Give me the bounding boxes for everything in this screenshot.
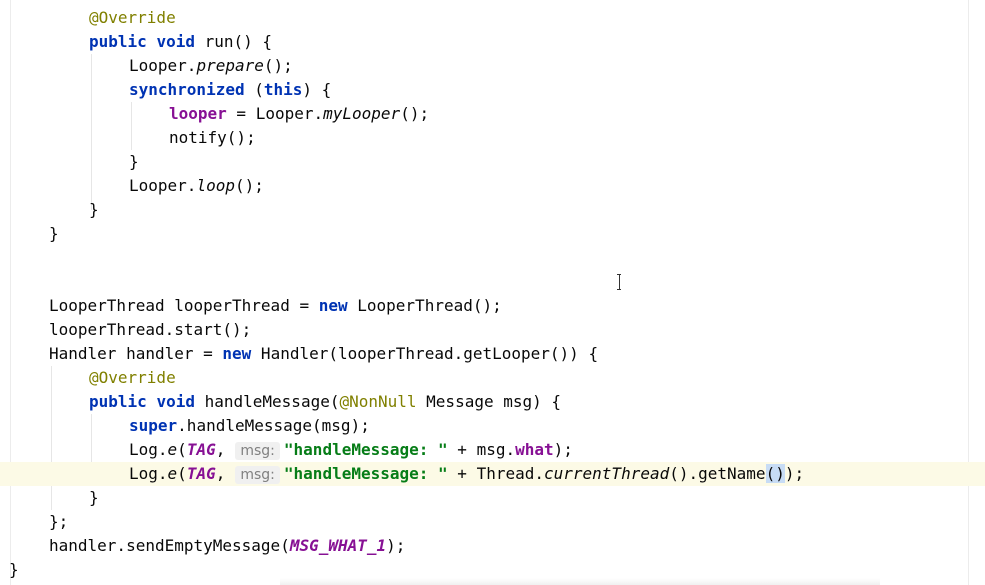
code-line-15: @Override bbox=[0, 366, 985, 390]
concat: + Thread. bbox=[447, 464, 544, 483]
notify-call: notify(); bbox=[169, 128, 256, 147]
method-run: run() { bbox=[204, 32, 273, 51]
comma: , bbox=[215, 440, 226, 459]
start-call: looperThread.start(); bbox=[49, 320, 252, 339]
code-line-14: Handler handler = new Handler(looperThre… bbox=[0, 342, 985, 366]
handler-constructor: Handler(looperThread.getLooper()) { bbox=[251, 344, 599, 363]
send-message-call: handler.sendEmptyMessage( bbox=[49, 536, 290, 555]
override-annotation: @Override bbox=[89, 8, 176, 27]
keyword-void: void bbox=[156, 392, 195, 411]
code-line-9: } bbox=[0, 198, 985, 222]
keyword-public: public bbox=[89, 392, 147, 411]
loop-call: loop bbox=[196, 176, 235, 195]
constructor-call: LooperThread(); bbox=[347, 296, 502, 315]
msg-what-constant: MSG_WHAT_1 bbox=[289, 536, 387, 555]
tag-constant: TAG bbox=[186, 464, 216, 483]
horizontal-scrollbar[interactable] bbox=[280, 578, 880, 585]
looper-ref: Looper. bbox=[129, 56, 197, 75]
concat: + msg. bbox=[447, 440, 516, 459]
text-cursor-icon bbox=[617, 274, 621, 290]
field-what: what bbox=[515, 440, 554, 459]
currentthread-call: currentThread bbox=[544, 464, 670, 483]
super-call: .handleMessage(msg); bbox=[177, 416, 370, 435]
param-hint: msg: bbox=[235, 442, 280, 460]
code-line-17: super.handleMessage(msg); bbox=[0, 414, 985, 438]
call-end: (); bbox=[263, 56, 293, 75]
call-end: (); bbox=[234, 176, 264, 195]
keyword-public: public bbox=[89, 32, 147, 51]
string-literal: "handleMessage: " bbox=[283, 464, 448, 483]
method-handlemessage: handleMessage( bbox=[204, 392, 340, 411]
keyword-super: super bbox=[129, 416, 178, 435]
tag-constant: TAG bbox=[186, 440, 216, 459]
getname-call: ().getName bbox=[669, 464, 766, 483]
looper-ref: Looper. bbox=[129, 176, 197, 195]
keyword-void: void bbox=[156, 32, 195, 51]
code-line-4: synchronized (this) { bbox=[0, 78, 985, 102]
paren-open: ( bbox=[244, 80, 264, 99]
code-line-2: public void run() { bbox=[0, 30, 985, 54]
call-end: ); bbox=[784, 464, 805, 483]
call-end: ); bbox=[386, 536, 406, 555]
keyword-this: this bbox=[263, 80, 303, 99]
code-line-3: Looper.prepare(); bbox=[0, 54, 985, 78]
paren-open: ( bbox=[177, 440, 187, 459]
log-ref: Log. bbox=[129, 440, 168, 459]
close-brace: } bbox=[89, 488, 99, 507]
code-line-8: Looper.loop(); bbox=[0, 174, 985, 198]
log-e: e bbox=[167, 464, 178, 483]
paren-open: ( bbox=[177, 464, 187, 483]
code-editor[interactable]: @Override public void run() { Looper.pre… bbox=[0, 0, 985, 585]
matched-parens: () bbox=[765, 464, 785, 483]
keyword-new: new bbox=[318, 296, 348, 315]
handler-decl: Handler handler = bbox=[49, 344, 223, 363]
code-line-10: } bbox=[0, 222, 985, 246]
keyword-new: new bbox=[222, 344, 252, 363]
close-brace: }; bbox=[49, 512, 69, 531]
mylooper-call: myLooper bbox=[323, 104, 401, 123]
comma: , bbox=[215, 464, 226, 483]
params-end: Message msg) { bbox=[416, 392, 562, 411]
param-hint: msg: bbox=[235, 466, 280, 484]
code-line-6: notify(); bbox=[0, 126, 985, 150]
code-line-7: } bbox=[0, 150, 985, 174]
log-ref: Log. bbox=[129, 464, 168, 483]
code-line-12: LooperThread looperThread = new LooperTh… bbox=[0, 294, 985, 318]
call-end: (); bbox=[400, 104, 430, 123]
code-line-20: } bbox=[0, 486, 985, 510]
code-line-22: handler.sendEmptyMessage(MSG_WHAT_1); bbox=[0, 534, 985, 558]
code-line-18: Log.e(TAG, msg: "handleMessage: " + msg.wh… bbox=[0, 438, 985, 462]
close-brace: } bbox=[9, 560, 19, 579]
nonnull-annotation: @NonNull bbox=[339, 392, 417, 411]
assign: = Looper. bbox=[226, 104, 324, 123]
looperthread-decl: LooperThread looperThread = bbox=[49, 296, 319, 315]
code-line-5: looper = Looper.myLooper(); bbox=[0, 102, 985, 126]
close-brace: } bbox=[89, 200, 99, 219]
prepare-call: prepare bbox=[196, 56, 264, 75]
close-brace: } bbox=[49, 224, 59, 243]
string-literal: "handleMessage: " bbox=[283, 440, 448, 459]
call-end: ); bbox=[553, 440, 573, 459]
code-line-1: @Override bbox=[0, 6, 985, 30]
keyword-synchronized: synchronized bbox=[129, 80, 245, 99]
field-looper: looper bbox=[169, 104, 227, 123]
close-brace: } bbox=[129, 152, 139, 171]
override-annotation: @Override bbox=[89, 368, 176, 387]
code-line-19-current: Log.e(TAG, msg: "handleMessage: " + Thread… bbox=[0, 462, 985, 486]
log-e: e bbox=[167, 440, 178, 459]
code-line-13: looperThread.start(); bbox=[0, 318, 985, 342]
paren-close: ) { bbox=[302, 80, 332, 99]
code-line-21: }; bbox=[0, 510, 985, 534]
code-line-16: public void handleMessage(@NonNull Messa… bbox=[0, 390, 985, 414]
